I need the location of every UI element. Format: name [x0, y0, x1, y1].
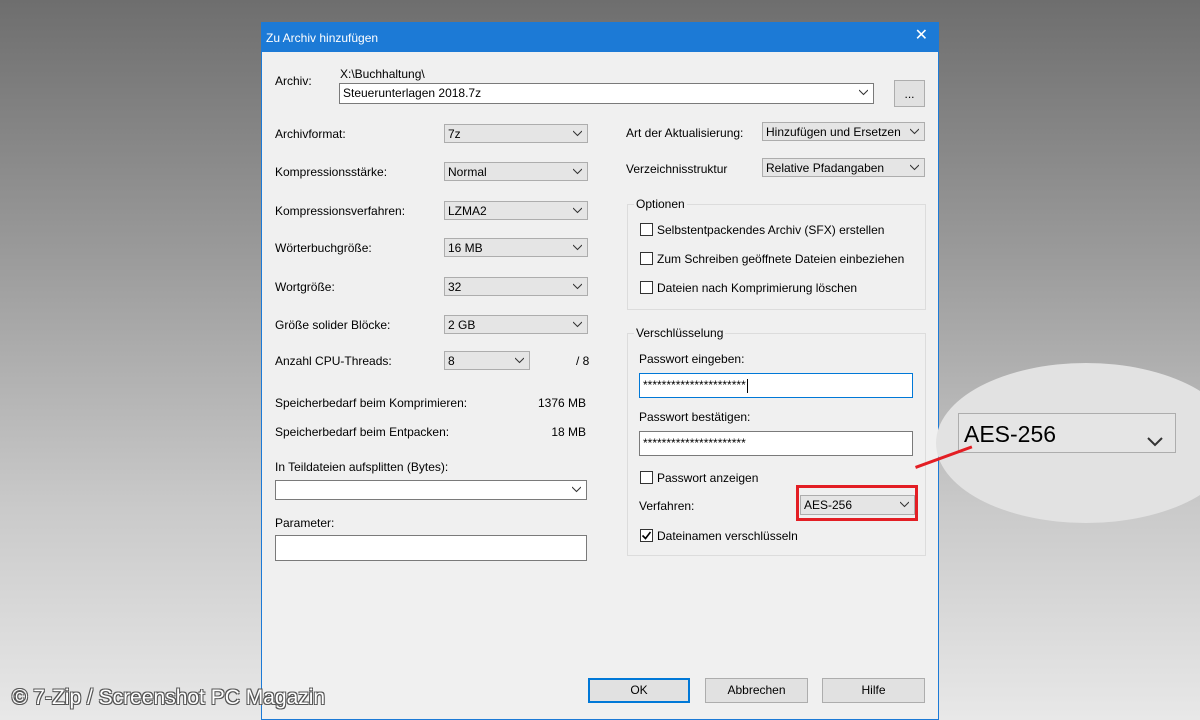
show-password-label: Passwort anzeigen [657, 471, 759, 485]
setting-value: 2 GB [448, 318, 476, 332]
option-label: Dateien nach Komprimierung löschen [657, 281, 858, 295]
chevron-down-icon [910, 127, 919, 136]
path-mode-label: Verzeichnisstruktur [626, 162, 728, 176]
chevron-down-icon [515, 356, 524, 365]
zoomed-method-value: AES-256 [964, 421, 1057, 447]
setting-label: Wörterbuchgröße: [275, 241, 372, 255]
encryption-title: Verschlüsselung [634, 326, 726, 340]
split-combo[interactable] [275, 480, 587, 500]
chevron-down-icon [573, 129, 582, 138]
text-cursor [746, 378, 748, 393]
chevron-down-icon [859, 88, 868, 97]
help-button[interactable]: Hilfe [822, 678, 925, 703]
setting-combo[interactable]: 32 [444, 277, 588, 296]
copyright-watermark: © 7-Zip / Screenshot PC Magazin [12, 686, 326, 709]
parameter-label: Parameter: [275, 516, 335, 530]
password-input[interactable]: ********************** [639, 373, 913, 398]
setting-combo[interactable]: 16 MB [444, 238, 588, 257]
confirm-password-input[interactable]: ********************** [639, 431, 913, 456]
password-label: Passwort eingeben: [639, 352, 745, 366]
password-value: ********************** [643, 378, 746, 392]
option-label: Selbstentpackendes Archiv (SFX) erstelle… [657, 223, 885, 237]
checkmark-icon [641, 531, 652, 540]
close-icon[interactable]: ✕ [915, 28, 928, 44]
setting-label: Größe solider Blöcke: [275, 318, 391, 332]
memory-decompress-label: Speicherbedarf beim Entpacken: [275, 425, 450, 439]
setting-combo[interactable]: LZMA2 [444, 201, 588, 220]
setting-label: Kompressionsstärke: [275, 165, 388, 179]
setting-label: Anzahl CPU-Threads: [275, 354, 392, 368]
archive-path: X:\Buchhaltung\ [340, 67, 425, 81]
title-bar[interactable]: Zu Archiv hinzufügen ✕ [262, 23, 938, 52]
option-checkbox[interactable] [640, 252, 653, 265]
split-label: In Teildateien aufsplitten (Bytes): [275, 460, 449, 474]
chevron-down-icon [573, 206, 582, 215]
memory-compress-label: Speicherbedarf beim Komprimieren: [275, 396, 468, 410]
show-password-checkbox[interactable] [640, 471, 653, 484]
ok-button[interactable]: OK [588, 678, 690, 703]
update-mode-label: Art der Aktualisierung: [626, 126, 744, 140]
chevron-down-icon [573, 243, 582, 252]
chevron-down-icon [573, 282, 582, 291]
chevron-down-icon [1147, 426, 1163, 453]
setting-label: Wortgröße: [275, 280, 335, 294]
setting-value: LZMA2 [448, 204, 487, 218]
cpu-threads-max: / 8 [576, 354, 590, 368]
chevron-down-icon [910, 163, 919, 172]
option-checkbox[interactable] [640, 223, 653, 236]
chevron-down-icon [573, 320, 582, 329]
setting-label: Kompressionsverfahren: [275, 204, 406, 218]
archive-name-value: Steuerunterlagen 2018.7z [343, 86, 482, 100]
parameter-input[interactable] [275, 535, 587, 561]
setting-value: 16 MB [448, 241, 483, 255]
chevron-down-icon [573, 167, 582, 176]
setting-combo[interactable]: 2 GB [444, 315, 588, 334]
update-mode-value: Hinzufügen und Ersetzen [766, 125, 901, 139]
browse-button[interactable]: ... [894, 80, 925, 107]
path-mode-combo[interactable]: Relative Pfadangaben [762, 158, 925, 177]
highlight-box [796, 485, 918, 521]
path-mode-value: Relative Pfadangaben [766, 161, 885, 175]
setting-value: 8 [448, 354, 455, 368]
archive-label: Archiv: [275, 74, 312, 88]
setting-value: Normal [448, 165, 487, 179]
zoomed-method-combo: AES-256 [958, 413, 1176, 453]
option-label: Zum Schreiben geöffnete Dateien einbezie… [657, 252, 905, 266]
memory-decompress-value: 18 MB [551, 425, 586, 439]
setting-value: 7z [448, 127, 461, 141]
options-title: Optionen [634, 197, 687, 211]
encrypt-names-checkbox[interactable] [640, 529, 653, 542]
chevron-down-icon [572, 485, 581, 494]
method-label: Verfahren: [639, 499, 695, 513]
confirm-password-label: Passwort bestätigen: [639, 410, 751, 424]
memory-compress-value: 1376 MB [537, 396, 586, 410]
setting-value: 32 [448, 280, 462, 294]
cancel-button[interactable]: Abbrechen [705, 678, 808, 703]
encrypt-names-label: Dateinamen verschlüsseln [657, 529, 798, 543]
add-to-archive-dialog: Zu Archiv hinzufügen ✕ Archiv: X:\Buchha… [261, 22, 939, 720]
setting-combo[interactable]: 8 [444, 351, 530, 370]
setting-combo[interactable]: Normal [444, 162, 588, 181]
option-checkbox[interactable] [640, 281, 653, 294]
setting-combo[interactable]: 7z [444, 124, 588, 143]
update-mode-combo[interactable]: Hinzufügen und Ersetzen [762, 122, 925, 141]
setting-label: Archivformat: [275, 127, 346, 141]
dialog-title: Zu Archiv hinzufügen [266, 31, 379, 45]
archive-name-combo[interactable]: Steuerunterlagen 2018.7z [339, 83, 874, 104]
